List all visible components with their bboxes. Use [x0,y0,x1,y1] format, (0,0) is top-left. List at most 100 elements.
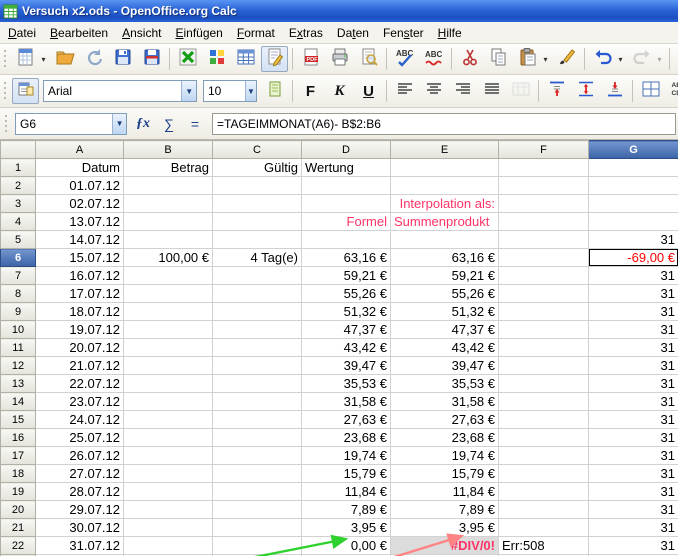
cell-G14[interactable]: 31 [589,393,678,411]
cell-E14[interactable]: 31,58 € [391,393,499,411]
paste-button[interactable] [514,46,541,72]
cell-C18[interactable] [213,465,302,483]
valign-top-button[interactable] [543,78,570,104]
cell-A9[interactable]: 18.07.12 [36,303,124,321]
cell-C16[interactable] [213,429,302,447]
cell-D10[interactable]: 47,37 € [302,321,391,339]
cell-G21[interactable]: 31 [589,519,678,537]
cell-D6[interactable]: 63,16 € [302,249,391,267]
cell-F17[interactable] [499,447,589,465]
autospellcheck-button[interactable]: ABC [420,46,447,72]
cell-C9[interactable] [213,303,302,321]
cell-A20[interactable]: 29.07.12 [36,501,124,519]
cell-A21[interactable]: 30.07.12 [36,519,124,537]
cell-B5[interactable] [124,231,213,249]
row-header-20[interactable]: 20 [1,501,36,519]
cell-B12[interactable] [124,357,213,375]
row-header-3[interactable]: 3 [1,195,36,213]
chevron-down-icon[interactable]: ▾ [654,47,665,71]
cell-G13[interactable]: 31 [589,375,678,393]
cell-C14[interactable] [213,393,302,411]
cell-F2[interactable] [499,177,589,195]
cell-B2[interactable] [124,177,213,195]
cell-G2[interactable] [589,177,678,195]
cell-E11[interactable]: 43,42 € [391,339,499,357]
cell-D7[interactable]: 59,21 € [302,267,391,285]
copy-button[interactable] [485,46,512,72]
align-center-button[interactable] [420,78,447,104]
cell-F13[interactable] [499,375,589,393]
cell-A16[interactable]: 25.07.12 [36,429,124,447]
cell-E2[interactable] [391,177,499,195]
valign-bottom-button[interactable] [601,78,628,104]
function-button[interactable]: = [182,112,208,136]
cell-F16[interactable] [499,429,589,447]
cell-E10[interactable]: 47,37 € [391,321,499,339]
cell-D3[interactable] [302,195,391,213]
cell-D21[interactable]: 3,95 € [302,519,391,537]
cell-E5[interactable] [391,231,499,249]
cell-F20[interactable] [499,501,589,519]
column-header-E[interactable]: E [391,141,499,159]
cell-reference-input[interactable] [16,114,112,134]
valign-middle-button[interactable] [572,78,599,104]
cell-G20[interactable]: 31 [589,501,678,519]
page-preview-button[interactable] [355,46,382,72]
chevron-down-icon[interactable]: ▼ [181,81,196,101]
cell-G1[interactable] [589,159,678,177]
cell-G17[interactable]: 31 [589,447,678,465]
row-header-2[interactable]: 2 [1,177,36,195]
cell-C2[interactable] [213,177,302,195]
cell-D5[interactable] [302,231,391,249]
undo-button[interactable] [589,46,616,72]
cell-C11[interactable] [213,339,302,357]
cell-C1[interactable]: Gültig [213,159,302,177]
cell-G7[interactable]: 31 [589,267,678,285]
cell-G4[interactable] [589,213,678,231]
cell-A17[interactable]: 26.07.12 [36,447,124,465]
sum-button[interactable]: ∑ [156,112,182,136]
cell-F12[interactable] [499,357,589,375]
row-header-18[interactable]: 18 [1,465,36,483]
cell-D22[interactable]: 0,00 € [302,537,391,555]
font-size-combo[interactable]: ▼ [203,80,257,102]
cell-F18[interactable] [499,465,589,483]
row-header-1[interactable]: 1 [1,159,36,177]
cell-A18[interactable]: 27.07.12 [36,465,124,483]
cell-D8[interactable]: 55,26 € [302,285,391,303]
cell-C7[interactable] [213,267,302,285]
cell-A22[interactable]: 31.07.12 [36,537,124,555]
row-header-15[interactable]: 15 [1,411,36,429]
cell-C5[interactable] [213,231,302,249]
cut-button[interactable] [456,46,483,72]
menu-ansicht[interactable]: Ansicht [115,23,168,43]
borders-button[interactable] [637,78,664,104]
chevron-down-icon[interactable]: ▼ [245,81,256,101]
cell-C17[interactable] [213,447,302,465]
cell-E15[interactable]: 27,63 € [391,411,499,429]
cell-G22[interactable]: 31 [589,537,678,555]
cell-B19[interactable] [124,483,213,501]
menu-bearbeiten[interactable]: Bearbeiten [43,23,115,43]
styles-button[interactable] [12,78,39,104]
toolbar-grip[interactable] [2,80,9,102]
cell-E22[interactable]: #DIV/0! [391,537,499,555]
cell-G18[interactable]: 31 [589,465,678,483]
cell-E18[interactable]: 15,79 € [391,465,499,483]
cell-A12[interactable]: 21.07.12 [36,357,124,375]
cell-A6[interactable]: 15.07.12 [36,249,124,267]
cell-F9[interactable] [499,303,589,321]
column-header-A[interactable]: A [36,141,124,159]
font-size-input[interactable] [204,81,245,101]
row-header-22[interactable]: 22 [1,537,36,555]
align-left-button[interactable] [391,78,418,104]
column-header-D[interactable]: D [302,141,391,159]
cell-C12[interactable] [213,357,302,375]
cell-A19[interactable]: 28.07.12 [36,483,124,501]
row-header-11[interactable]: 11 [1,339,36,357]
spellcheck-button[interactable]: ABC [391,46,418,72]
cell-F15[interactable] [499,411,589,429]
select-all-corner[interactable] [1,141,36,159]
cell-B15[interactable] [124,411,213,429]
cell-C22[interactable] [213,537,302,555]
